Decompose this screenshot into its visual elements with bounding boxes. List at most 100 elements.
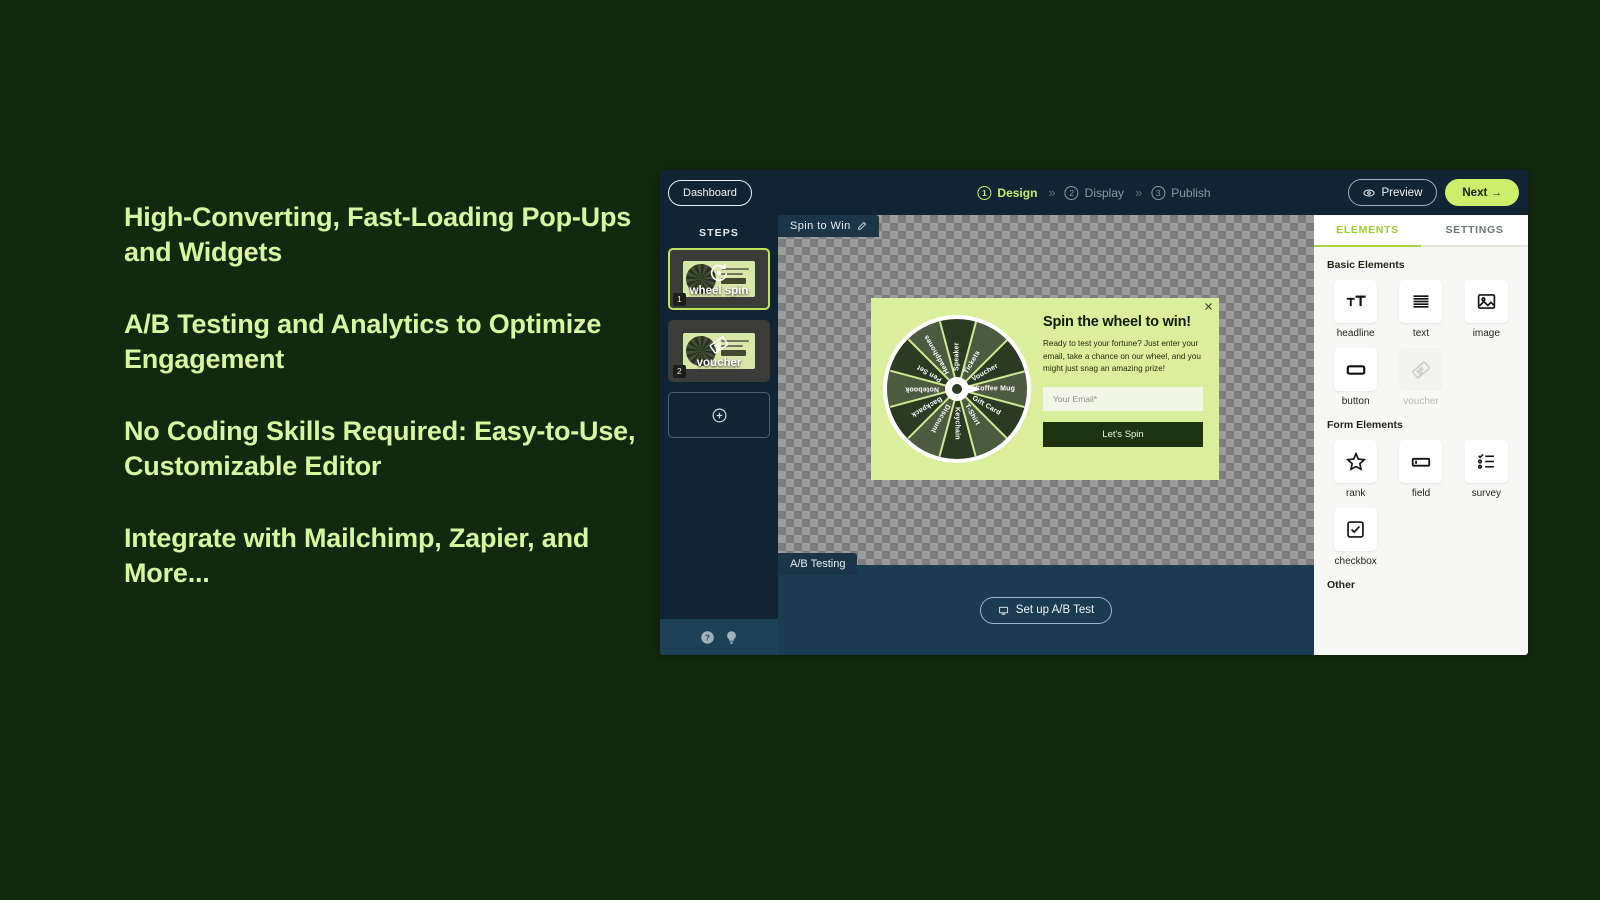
email-field[interactable]: Your Email* <box>1043 387 1203 412</box>
image-icon <box>1464 280 1508 323</box>
top-toolbar: Dashboard 1 Design » 2 Display » 3 Publi… <box>660 170 1528 215</box>
form-elements-grid: rank field survey checkbox <box>1327 440 1515 567</box>
setup-ab-test-label: Set up A/B Test <box>1015 604 1095 616</box>
dashboard-button[interactable]: Dashboard <box>668 179 752 206</box>
tab-settings[interactable]: SETTINGS <box>1421 215 1528 247</box>
lightbulb-icon[interactable] <box>724 630 739 645</box>
wizard-step-design-label: Design <box>997 185 1038 200</box>
popup-title: Spin the wheel to win! <box>1043 314 1191 330</box>
wizard-step-publish-number: 3 <box>1151 185 1166 200</box>
element-survey[interactable]: survey <box>1458 440 1515 499</box>
sidebar-footer: ? <box>660 619 778 655</box>
element-checkbox[interactable]: checkbox <box>1327 508 1384 567</box>
prize-wheel: Speaker Tickets Voucher Coffee Mug Gift Card… <box>871 298 1043 480</box>
canvas-tab-spin-to-win[interactable]: Spin to Win <box>778 215 879 237</box>
canvas-tab-ab-testing[interactable]: A/B Testing <box>778 553 858 575</box>
pencil-edit-icon[interactable] <box>857 221 867 231</box>
canvas-tab-bottom-label: A/B Testing <box>790 558 846 570</box>
element-checkbox-label: checkbox <box>1334 556 1377 567</box>
element-rank[interactable]: rank <box>1327 440 1384 499</box>
element-image[interactable]: image <box>1458 280 1515 339</box>
wizard-steps-nav: 1 Design » 2 Display » 3 Publish <box>977 185 1211 200</box>
app-window: Dashboard 1 Design » 2 Display » 3 Publi… <box>660 170 1528 655</box>
survey-list-icon <box>1464 440 1508 483</box>
close-x-icon[interactable] <box>1204 302 1213 311</box>
wheel-outer-ring: Speaker Tickets Voucher Coffee Mug Gift Card… <box>883 315 1031 463</box>
wizard-step-design-number: 1 <box>977 185 992 200</box>
popup-body-text: Ready to test your fortune? Just enter y… <box>1043 339 1201 374</box>
marketing-line-1: High-Converting, Fast-Loading Pop-Ups an… <box>124 202 632 267</box>
element-rank-label: rank <box>1345 488 1366 499</box>
wizard-step-publish-label: Publish <box>1171 185 1211 200</box>
tab-elements[interactable]: ELEMENTS <box>1314 215 1421 247</box>
wizard-step-display-number: 2 <box>1064 185 1079 200</box>
step-label-wheel-spin: wheel spin <box>689 284 749 297</box>
app-body: STEPS wheel spin 1 voucher 2 ? Spin to W… <box>660 215 1528 655</box>
canvas-area: Spin to Win A/B Testing Speaker Tickets … <box>778 215 1314 655</box>
lets-spin-button[interactable]: Let's Spin <box>1043 422 1203 448</box>
step-card-voucher[interactable]: voucher 2 <box>668 320 770 382</box>
element-field-label: field <box>1411 488 1431 499</box>
element-survey-label: survey <box>1471 488 1502 499</box>
input-field-icon <box>1399 440 1443 483</box>
headline-icon <box>1334 280 1378 323</box>
steps-sidebar: STEPS wheel spin 1 voucher 2 ? <box>660 215 778 655</box>
wheel-segment-label: Coffee Mug <box>975 385 1016 393</box>
group-title-form-elements: Form Elements <box>1327 419 1403 431</box>
element-headline[interactable]: headline <box>1327 280 1384 339</box>
wheel-segment-label: Notebook <box>905 385 939 393</box>
add-step-button[interactable] <box>668 392 770 438</box>
panel-content: Basic Elements headline text image butto… <box>1314 247 1528 655</box>
steps-list: STEPS wheel spin 1 voucher 2 <box>660 215 778 619</box>
group-title-basic-elements: Basic Elements <box>1327 259 1405 271</box>
marketing-copy: High-Converting, Fast-Loading Pop-Ups an… <box>124 200 664 590</box>
step-card-wheel-spin[interactable]: wheel spin 1 <box>668 248 770 310</box>
wizard-step-publish[interactable]: 3 Publish <box>1151 185 1211 200</box>
element-button-label: button <box>1341 396 1370 407</box>
text-lines-icon <box>1399 280 1443 323</box>
ab-test-icon <box>998 605 1009 616</box>
preview-button[interactable]: Preview <box>1348 179 1438 206</box>
marketing-line-4: Integrate with Mailchimp, Zapier, and Mo… <box>124 523 590 588</box>
element-image-label: image <box>1472 328 1500 339</box>
star-rank-icon <box>1334 440 1378 483</box>
top-actions: Preview Next → <box>1348 179 1519 206</box>
element-voucher-label: voucher <box>1403 396 1439 407</box>
wizard-step-display-label: Display <box>1084 185 1125 200</box>
chevron-right-icon-2: » <box>1135 185 1142 200</box>
canvas-footer: Set up A/B Test <box>778 565 1314 655</box>
element-button[interactable]: button <box>1327 348 1384 407</box>
canvas-tab-label: Spin to Win <box>790 220 851 232</box>
chevron-right-icon-1: » <box>1048 185 1055 200</box>
wheel-hub-icon <box>945 377 969 401</box>
voucher-tag-icon <box>1399 348 1443 391</box>
button-icon <box>1334 348 1378 391</box>
svg-text:?: ? <box>705 633 710 642</box>
plus-circle-icon <box>711 407 728 424</box>
voucher-icon <box>708 334 730 356</box>
wizard-step-display[interactable]: 2 Display <box>1064 185 1125 200</box>
step-index-2: 2 <box>673 364 686 378</box>
element-voucher[interactable]: voucher <box>1392 348 1449 407</box>
checkbox-icon <box>1334 508 1378 551</box>
setup-ab-test-button[interactable]: Set up A/B Test <box>979 596 1113 624</box>
page-root: High-Converting, Fast-Loading Pop-Ups an… <box>0 0 1600 900</box>
element-headline-label: headline <box>1336 328 1375 339</box>
next-button[interactable]: Next → <box>1445 179 1519 206</box>
eye-icon <box>1363 187 1375 199</box>
step-index-1: 1 <box>673 292 686 306</box>
popup-form: Spin the wheel to win! Ready to test you… <box>1043 298 1219 480</box>
group-title-other: Other <box>1327 579 1356 591</box>
preview-button-label: Preview <box>1381 186 1423 199</box>
element-text[interactable]: text <box>1392 280 1449 339</box>
wheel-spin-icon <box>708 262 730 284</box>
wizard-step-design[interactable]: 1 Design <box>977 185 1038 200</box>
element-text-label: text <box>1412 328 1430 339</box>
step-label-voucher: voucher <box>696 356 742 369</box>
marketing-line-3: No Coding Skills Required: Easy-to-Use, … <box>124 416 636 481</box>
help-icon[interactable]: ? <box>700 630 715 645</box>
wheel-segment-label: Keychain <box>953 407 961 440</box>
elements-panel: ELEMENTS SETTINGS Basic Elements headlin… <box>1314 215 1528 655</box>
popup-preview[interactable]: Speaker Tickets Voucher Coffee Mug Gift Card… <box>871 298 1219 480</box>
element-field[interactable]: field <box>1392 440 1449 499</box>
